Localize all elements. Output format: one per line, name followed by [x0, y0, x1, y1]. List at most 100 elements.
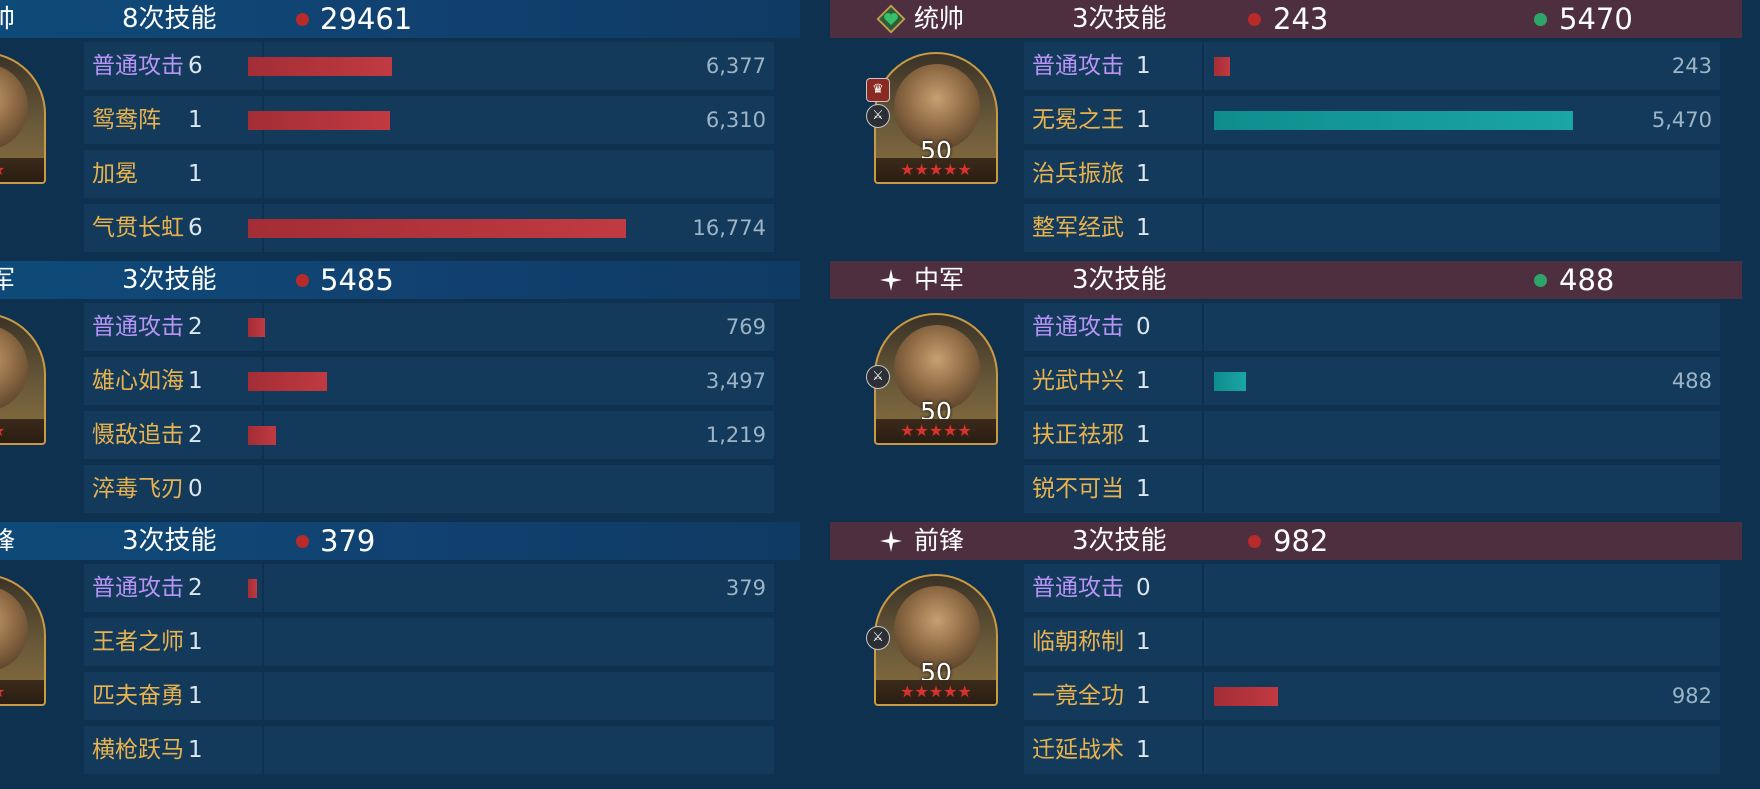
skill-damage-value: 16,774	[692, 216, 766, 240]
heal-dot-icon	[1534, 13, 1547, 26]
heart-shield-icon	[876, 0, 906, 38]
skill-name: 普通攻击	[1032, 53, 1124, 79]
skill-name: 普通攻击	[1032, 314, 1124, 340]
role-label: 锋	[0, 526, 16, 555]
skill-bar-track	[264, 618, 774, 666]
skill-use-count: 1	[1136, 476, 1151, 502]
skill-name: 王者之师	[92, 629, 184, 655]
hero-stars: ★★★★★	[876, 158, 996, 182]
sparkle-icon	[876, 261, 906, 299]
skill-use-count: 1	[1136, 422, 1151, 448]
hero-stars: ★★★	[0, 158, 44, 182]
skill-damage-bar	[1214, 687, 1278, 706]
right-team-panel: 统帅 3次技能 243 5470 50 ★★★★★ ⚔ ♛ 普通攻击 1 243 无冕之王 1 5,470…	[830, 0, 1742, 789]
skill-use-count: 1	[1136, 683, 1151, 709]
skill-bar-track	[264, 672, 774, 720]
skills-count: 8次技能	[122, 4, 217, 34]
skill-row: 无冕之王 1 5,470	[1024, 96, 1720, 144]
unit-header: 帅 8次技能 29461	[0, 0, 800, 38]
role-label: 中军	[914, 265, 965, 294]
skill-row: 普通攻击 0	[1024, 303, 1720, 351]
damage-dot-icon	[1248, 13, 1261, 26]
skill-use-count: 2	[188, 422, 203, 448]
skills-count: 3次技能	[1072, 265, 1167, 295]
skill-bar-track	[1204, 204, 1720, 252]
skill-name: 普通攻击	[92, 53, 184, 79]
hero-portrait[interactable]: 50 ★★★★★	[874, 313, 998, 445]
unit-header: 中军 3次技能 488	[830, 261, 1742, 299]
skill-damage-value: 3,497	[705, 369, 766, 393]
role-label: 帅	[0, 4, 16, 33]
equipment-badge-icon: ⚔	[866, 365, 890, 389]
skill-use-count: 2	[188, 314, 203, 340]
skill-name: 普通攻击	[92, 314, 184, 340]
skill-row: 横枪跃马 1	[84, 726, 774, 774]
skill-damage-value: 1,219	[705, 423, 766, 447]
hero-portrait[interactable]: 0★★★	[0, 313, 46, 445]
skill-name: 淬毒飞刃	[92, 476, 184, 502]
equipment-badge-icon: ⚔	[866, 104, 890, 128]
skill-row: 加冕 1	[84, 150, 774, 198]
skill-use-count: 1	[1136, 737, 1151, 763]
skill-name: 鸳鸯阵	[92, 107, 161, 133]
skill-row: 匹夫奋勇 1	[84, 672, 774, 720]
skill-name: 锐不可当	[1032, 476, 1124, 502]
skill-name: 无冕之王	[1032, 107, 1124, 133]
skill-row: 普通攻击 2 769	[84, 303, 774, 351]
skill-damage-bar	[248, 426, 276, 445]
skill-use-count: 1	[1136, 629, 1151, 655]
skill-name: 光武中兴	[1032, 368, 1124, 394]
skill-use-count: 1	[1136, 53, 1151, 79]
skill-damage-bar	[1214, 57, 1230, 76]
skill-bar-track	[264, 726, 774, 774]
skill-bar-track	[1204, 726, 1720, 774]
skill-damage-bar	[248, 111, 390, 130]
skill-row: 整军经武 1	[1024, 204, 1720, 252]
skill-damage-bar	[248, 57, 392, 76]
skill-row: 治兵振旅 1	[1024, 150, 1720, 198]
skill-use-count: 1	[188, 368, 203, 394]
skill-use-count: 0	[1136, 314, 1151, 340]
skill-row: 雄心如海 1 3,497	[84, 357, 774, 405]
unit-section: 中军 3次技能 488 50 ★★★★★ ⚔ 普通攻击 0 光武中兴 1 488 扶正祛邪 1 锐不可当 1	[830, 261, 1742, 520]
left-team-panel: 帅8次技能294610★★★普通攻击66,377鸳鸯阵16,310加冕1气贯长虹…	[0, 0, 800, 789]
skill-name: 普通攻击	[92, 575, 184, 601]
skill-name: 气贯长虹	[92, 215, 184, 241]
unit-header: 锋 3次技能 379	[0, 522, 800, 560]
skill-row: 普通攻击 1 243	[1024, 42, 1720, 90]
skill-bar-track	[1204, 465, 1720, 513]
damage-total: 5485	[320, 263, 394, 297]
skill-bar-track	[1204, 357, 1720, 405]
skill-bar-track	[1204, 411, 1720, 459]
skill-name: 迁延战术	[1032, 737, 1124, 763]
skill-damage-bar	[1214, 372, 1246, 391]
skill-use-count: 1	[188, 161, 203, 187]
damage-dot-icon	[1248, 535, 1261, 548]
skill-use-count: 0	[1136, 575, 1151, 601]
skill-name: 整军经武	[1032, 215, 1124, 241]
skill-use-count: 6	[188, 215, 203, 241]
hero-portrait[interactable]: 50 ★★★★★	[874, 52, 998, 184]
skill-use-count: 1	[1136, 107, 1151, 133]
skill-bar-track	[264, 150, 774, 198]
hero-portrait[interactable]: 0★★★	[0, 574, 46, 706]
hero-portrait[interactable]: 50 ★★★★★	[874, 574, 998, 706]
rank-badge-icon: ♛	[866, 78, 890, 102]
skills-count: 3次技能	[122, 526, 217, 556]
hero-stars: ★★★★★	[876, 680, 996, 704]
skill-damage-bar	[248, 318, 265, 337]
hero-stars: ★★★★★	[876, 419, 996, 443]
equipment-badge-icon: ⚔	[866, 626, 890, 650]
skill-row: 淬毒飞刃 0	[84, 465, 774, 513]
skill-name: 普通攻击	[1032, 575, 1124, 601]
skill-name: 一竟全功	[1032, 683, 1124, 709]
heal-total: 488	[1559, 263, 1615, 297]
damage-total: 29461	[320, 2, 413, 36]
skill-row: 临朝称制 1	[1024, 618, 1720, 666]
damage-dot-icon	[296, 13, 309, 26]
skill-bar-track	[264, 303, 774, 351]
hero-portrait[interactable]: 0★★★	[0, 52, 46, 184]
damage-total: 982	[1273, 524, 1329, 558]
skill-name: 扶正祛邪	[1032, 422, 1124, 448]
skill-row: 光武中兴 1 488	[1024, 357, 1720, 405]
